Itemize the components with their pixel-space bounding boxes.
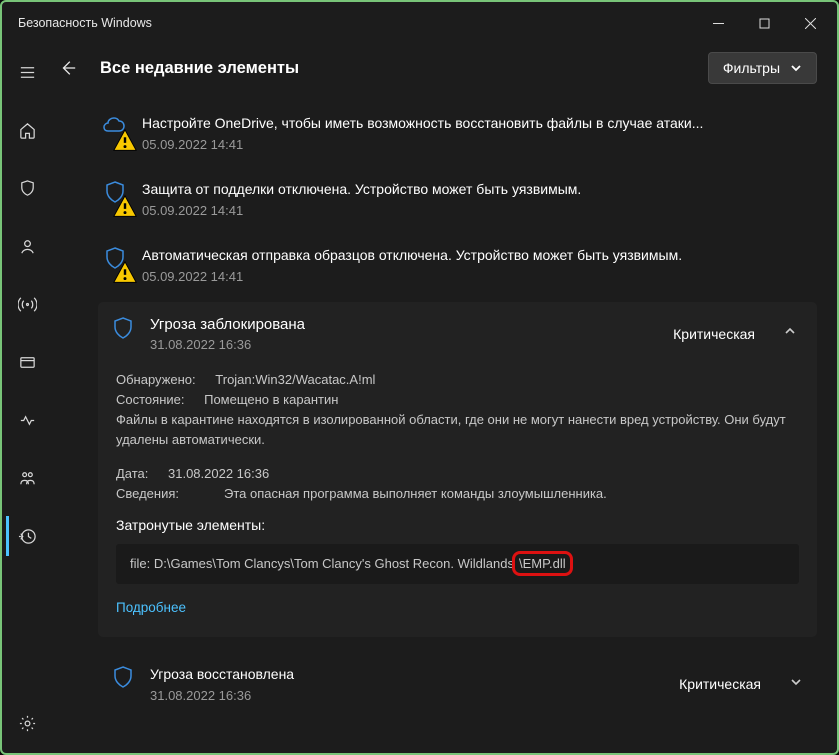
chevron-down-icon — [790, 62, 802, 74]
warning-badge-icon — [112, 260, 138, 286]
maximize-button[interactable] — [741, 7, 787, 39]
threat-card-header[interactable]: Угроза заблокирована 31.08.2022 16:36 Кр… — [98, 302, 817, 366]
list-item[interactable]: Защита от подделки отключена. Устройство… — [98, 166, 817, 232]
file-path: file: D:\Games\Tom Clancys\Tom Clancy's … — [130, 556, 514, 571]
item-severity: Критическая — [679, 676, 769, 692]
item-date: 05.09.2022 14:41 — [142, 203, 809, 218]
shield-icon — [110, 316, 136, 347]
list-item[interactable]: Автоматическая отправка образцов отключе… — [98, 232, 817, 298]
more-link[interactable]: Подробнее — [116, 598, 186, 619]
shield-icon[interactable] — [6, 168, 46, 208]
filters-button[interactable]: Фильтры — [708, 52, 817, 84]
sidebar — [2, 44, 50, 753]
content-list: Настройте OneDrive, чтобы иметь возможно… — [50, 100, 837, 753]
device-security-icon[interactable] — [6, 400, 46, 440]
affected-label: Затронутые элементы: — [116, 515, 799, 537]
item-date: 31.08.2022 16:36 — [150, 688, 665, 703]
date-value: 31.08.2022 16:36 — [168, 464, 269, 484]
onedrive-icon — [102, 114, 128, 152]
shield-warning-icon — [102, 246, 128, 284]
list-item[interactable]: Угроза восстановлена 31.08.2022 16:36 Кр… — [98, 651, 817, 717]
history-icon[interactable] — [6, 516, 46, 556]
state-label: Состояние: — [116, 390, 184, 410]
list-item[interactable]: Настройте OneDrive, чтобы иметь возможно… — [98, 100, 817, 166]
threat-details: Обнаружено: Trojan:Win32/Wacatac.A!ml Со… — [98, 366, 817, 638]
threat-date: 31.08.2022 16:36 — [150, 337, 659, 352]
item-title: Автоматическая отправка образцов отключе… — [142, 246, 809, 265]
warning-badge-icon — [112, 194, 138, 220]
threat-severity: Критическая — [673, 326, 763, 342]
threat-card: Угроза заблокирована 31.08.2022 16:36 Кр… — [98, 302, 817, 638]
settings-icon[interactable] — [6, 703, 46, 743]
shield-icon — [110, 665, 136, 703]
minimize-button[interactable] — [695, 7, 741, 39]
close-button[interactable] — [787, 7, 833, 39]
menu-icon[interactable] — [6, 52, 46, 92]
item-date: 05.09.2022 14:41 — [142, 137, 809, 152]
info-value: Эта опасная программа выполняет команды … — [224, 484, 607, 504]
detected-value: Trojan:Win32/Wacatac.A!ml — [215, 370, 375, 390]
file-highlight: \EMP.dll — [512, 551, 573, 576]
date-label: Дата: — [116, 464, 160, 484]
window: Безопасность Windows Все недавние элемен… — [0, 0, 839, 755]
state-value: Помещено в карантин — [204, 390, 338, 410]
item-title: Угроза восстановлена — [150, 665, 665, 684]
item-title: Настройте OneDrive, чтобы иметь возможно… — [142, 114, 809, 133]
page-title: Все недавние элементы — [100, 59, 694, 78]
detected-label: Обнаружено: — [116, 370, 196, 390]
collapse-icon[interactable] — [777, 324, 803, 343]
affected-file: file: D:\Games\Tom Clancys\Tom Clancy's … — [116, 544, 799, 584]
account-icon[interactable] — [6, 226, 46, 266]
shield-warning-icon — [102, 180, 128, 218]
page-header: Все недавние элементы Фильтры — [50, 44, 837, 100]
warning-badge-icon — [112, 128, 138, 154]
home-icon[interactable] — [6, 110, 46, 150]
item-date: 05.09.2022 14:41 — [142, 269, 809, 284]
app-browser-icon[interactable] — [6, 342, 46, 382]
window-title: Безопасность Windows — [18, 16, 152, 30]
titlebar: Безопасность Windows — [2, 2, 837, 44]
info-label: Сведения: — [116, 484, 216, 504]
filters-label: Фильтры — [723, 60, 780, 76]
expand-icon[interactable] — [783, 675, 809, 694]
item-title: Защита от подделки отключена. Устройство… — [142, 180, 809, 199]
threat-description: Файлы в карантине находятся в изолирован… — [116, 410, 799, 450]
family-icon[interactable] — [6, 458, 46, 498]
threat-title: Угроза заблокирована — [150, 316, 659, 333]
back-button[interactable] — [50, 50, 86, 86]
firewall-icon[interactable] — [6, 284, 46, 324]
